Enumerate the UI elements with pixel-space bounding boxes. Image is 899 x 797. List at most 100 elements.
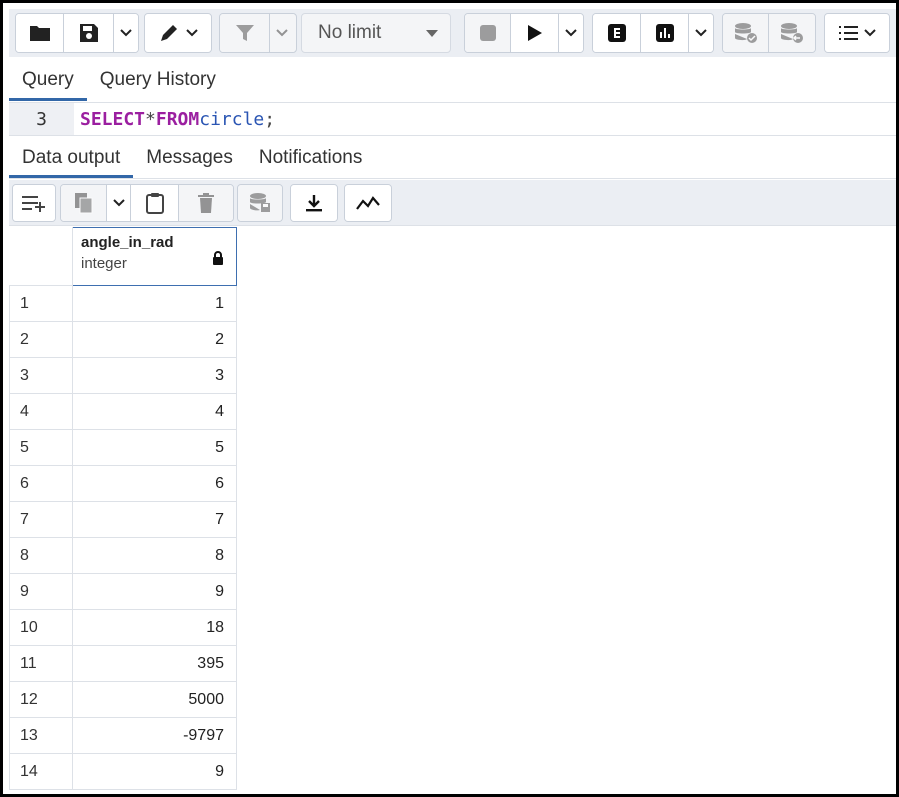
cell-angle-in-rad[interactable]: 4 [72, 393, 237, 430]
table-row[interactable]: 11 395 [9, 645, 237, 682]
cell-angle-in-rad[interactable]: 5 [72, 429, 237, 466]
open-file-button[interactable] [16, 14, 64, 52]
row-number[interactable]: 13 [9, 717, 73, 754]
filter-button[interactable] [220, 14, 270, 52]
table-row[interactable]: 77 [9, 501, 237, 538]
graph-visualiser-button[interactable] [345, 185, 391, 221]
keyword-select: SELECT [80, 108, 146, 130]
filter-options-dropdown[interactable] [270, 14, 294, 52]
cell-angle-in-rad[interactable]: 2 [72, 321, 237, 358]
stop-button[interactable] [465, 14, 511, 52]
table-row[interactable]: 33 [9, 357, 237, 394]
tab-notifications[interactable]: Notifications [246, 137, 376, 178]
cell-angle-in-rad[interactable]: 18 [72, 609, 237, 646]
explain-button[interactable] [593, 14, 641, 52]
row-number[interactable]: 3 [9, 357, 73, 394]
tab-data-output[interactable]: Data output [9, 137, 134, 178]
commit-button[interactable] [723, 14, 769, 52]
row-number[interactable]: 12 [9, 681, 73, 718]
table-row[interactable]: 10 18 [9, 609, 237, 646]
row-number[interactable]: 5 [9, 429, 73, 466]
cell-angle-in-rad[interactable]: -9797 [72, 717, 237, 754]
save-file-button[interactable] [64, 14, 114, 52]
execute-options-dropdown[interactable] [559, 14, 583, 52]
table-row[interactable]: 66 [9, 465, 237, 502]
column-header-angle-in-rad[interactable]: angle_in_rad integer [72, 227, 237, 286]
macros-group [824, 13, 890, 53]
explain-options-dropdown[interactable] [689, 14, 713, 52]
row-number[interactable]: 11 [9, 645, 73, 682]
cell-angle-in-rad[interactable]: 9 [72, 753, 237, 790]
copy-options-dropdown[interactable] [107, 185, 131, 221]
line-number: 3 [9, 103, 74, 135]
cell-angle-in-rad[interactable]: 1 [72, 285, 237, 322]
query-tabs: Query Query History [9, 59, 896, 101]
cell-angle-in-rad[interactable]: 8 [72, 537, 237, 574]
tab-messages[interactable]: Messages [133, 137, 246, 178]
cell-angle-in-rad[interactable]: 7 [72, 501, 237, 538]
save-data-group [237, 184, 283, 222]
edit-dropdown-button[interactable] [145, 14, 211, 52]
sql-code-line[interactable]: SELECT * FROM circle; [80, 103, 275, 135]
tab-query[interactable]: Query [9, 59, 87, 101]
database-check-icon [734, 23, 757, 43]
row-number[interactable]: 7 [9, 501, 73, 538]
execute-group [464, 13, 584, 53]
paste-button[interactable] [131, 185, 179, 221]
row-number[interactable]: 4 [9, 393, 73, 430]
bar-chart-icon [655, 24, 674, 42]
tab-query-history[interactable]: Query History [87, 59, 229, 101]
operator-star: * [145, 108, 156, 130]
results-body: 1 1 2 2 3 3 4 4 5 5 6 6 7 7 8 8 9 9 10 18 11 395 12 5000 13 -9797… [9, 285, 237, 790]
row-number[interactable]: 8 [9, 537, 73, 574]
play-icon [527, 25, 542, 41]
pencil-icon [161, 25, 177, 41]
add-row-button[interactable] [13, 185, 55, 221]
table-row[interactable]: 88 [9, 537, 237, 574]
table-row[interactable]: 55 [9, 429, 237, 466]
row-number[interactable]: 14 [9, 753, 73, 790]
query-tool-window: No limit Query Query History 3 SELECT * … [0, 0, 899, 797]
edit-group [144, 13, 212, 53]
row-number[interactable]: 6 [9, 465, 73, 502]
cell-angle-in-rad[interactable]: 9 [72, 573, 237, 610]
select-all-corner[interactable] [9, 227, 73, 286]
cell-angle-in-rad[interactable]: 6 [72, 465, 237, 502]
table-row[interactable]: 99 [9, 573, 237, 610]
row-limit-select[interactable]: No limit [301, 13, 451, 53]
table-row[interactable]: 22 [9, 321, 237, 358]
rollback-button[interactable] [769, 14, 815, 52]
row-actions-group [60, 184, 234, 222]
cell-angle-in-rad[interactable]: 3 [72, 357, 237, 394]
chevron-down-icon [112, 199, 125, 207]
database-save-icon [250, 193, 270, 212]
save-data-changes-button[interactable] [238, 185, 282, 221]
data-grid: angle_in_rad integer 1122334455667788991… [9, 227, 896, 794]
copy-icon [74, 193, 92, 214]
download-results-button[interactable] [291, 185, 337, 221]
chevron-down-icon [276, 29, 288, 37]
copy-button[interactable] [61, 185, 107, 221]
table-row[interactable]: 12 5000 [9, 681, 237, 718]
stop-icon [479, 25, 496, 41]
download-group [290, 184, 338, 222]
table-row[interactable]: 44 [9, 393, 237, 430]
save-options-dropdown[interactable] [114, 14, 138, 52]
row-number[interactable]: 1 [9, 285, 73, 322]
table-row[interactable]: 13 -9797 [9, 717, 237, 754]
table-row[interactable]: 14 9 [9, 753, 237, 790]
row-number[interactable]: 2 [9, 321, 73, 358]
cell-angle-in-rad[interactable]: 5000 [72, 681, 237, 718]
table-name: circle [199, 108, 265, 130]
table-row[interactable]: 11 [9, 285, 237, 322]
row-number[interactable]: 10 [9, 609, 73, 646]
transaction-group [722, 13, 816, 53]
macros-dropdown-button[interactable] [825, 14, 889, 52]
execute-button[interactable] [511, 14, 559, 52]
delete-row-button[interactable] [179, 185, 233, 221]
chevron-down-icon [695, 29, 707, 37]
sql-editor[interactable]: 3 SELECT * FROM circle; [9, 102, 896, 136]
row-number[interactable]: 9 [9, 573, 73, 610]
cell-angle-in-rad[interactable]: 395 [72, 645, 237, 682]
explain-analyze-button[interactable] [641, 14, 689, 52]
